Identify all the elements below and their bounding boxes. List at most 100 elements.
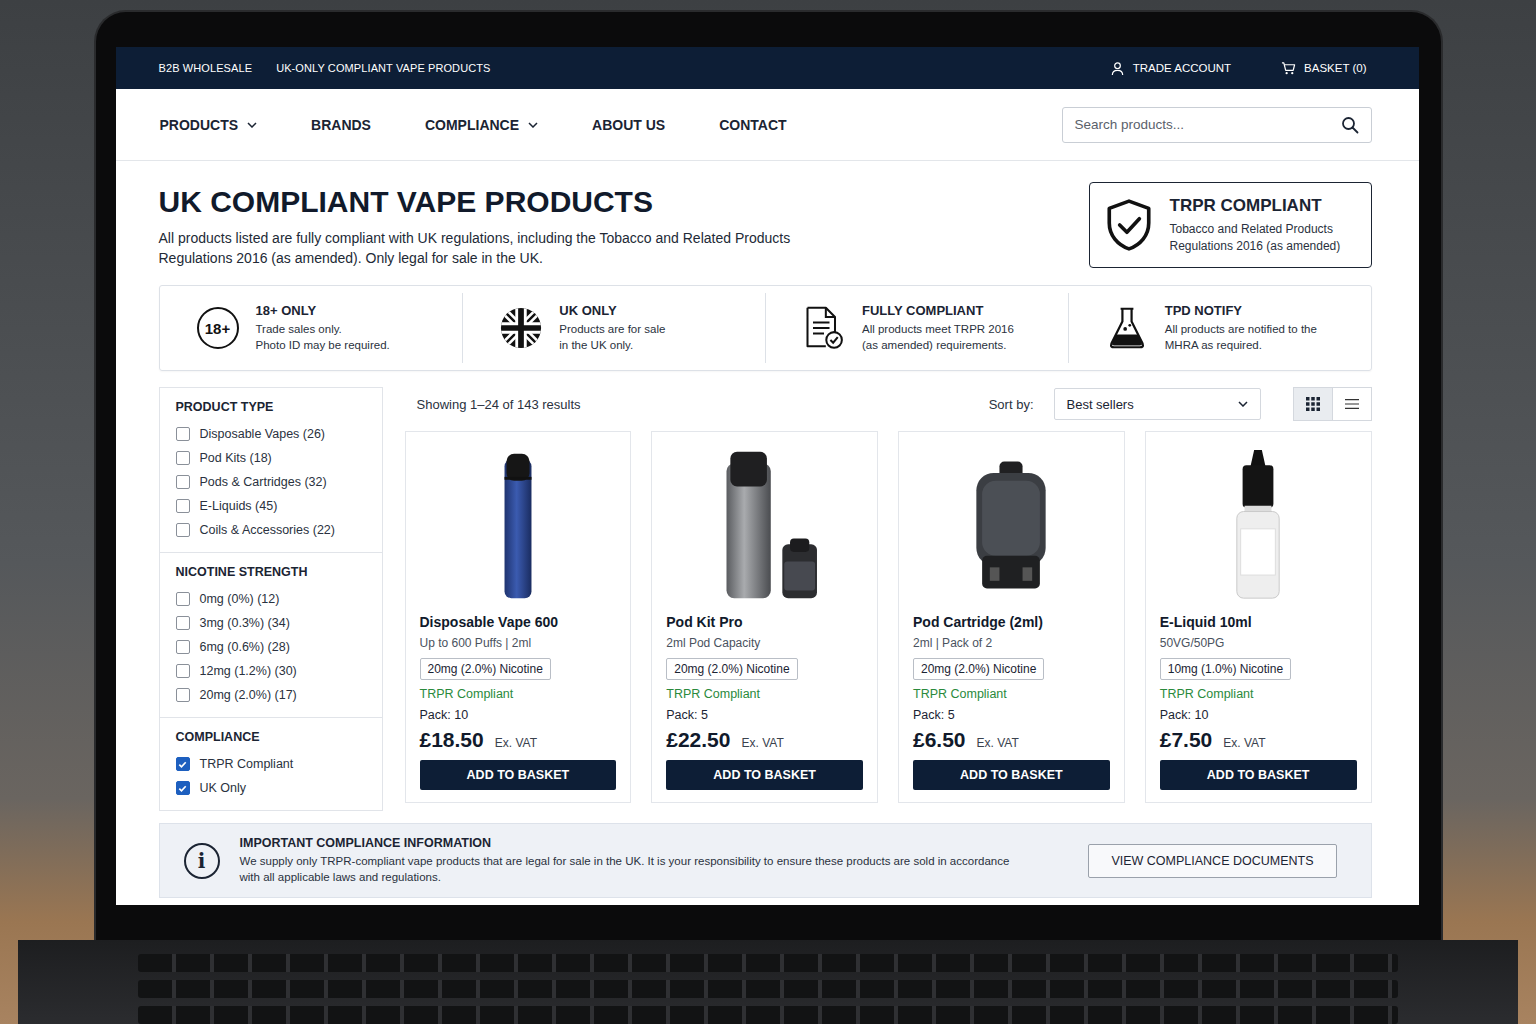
check-icon: [177, 759, 188, 770]
filter-option[interactable]: TRPR Compliant: [176, 752, 366, 776]
price: £18.50: [420, 728, 484, 752]
feature-strip: 18+18+ ONLYTrade sales only.Photo ID may…: [159, 285, 1372, 371]
nav-item[interactable]: BRANDS: [311, 117, 371, 133]
nav-item[interactable]: COMPLIANCE: [425, 117, 538, 133]
view-button[interactable]: [1294, 388, 1332, 420]
checkbox[interactable]: [176, 688, 190, 702]
sort-dropdown[interactable]: Best sellers: [1054, 388, 1261, 420]
view-documents-button[interactable]: VIEW COMPLIANCE DOCUMENTS: [1088, 844, 1336, 878]
badge-title: TRPR COMPLIANT: [1170, 196, 1341, 216]
checkbox[interactable]: [176, 475, 190, 489]
document-check-icon: [803, 306, 845, 350]
pod-kit-icon: [703, 448, 827, 602]
chevron-down-icon: [1238, 401, 1248, 407]
checkbox[interactable]: [176, 640, 190, 654]
filter-option[interactable]: 20mg (2.0%) (17): [176, 683, 366, 707]
search-placeholder: Search products...: [1075, 117, 1185, 132]
vat-note: Ex. VAT: [741, 736, 783, 750]
sort-label: Sort by:: [989, 397, 1034, 412]
feature-item: TPD NOTIFYAll products are notified to t…: [1068, 293, 1371, 363]
badge-text: Regulations 2016 (as amended): [1170, 238, 1341, 255]
feature-text: Products are for sale: [559, 322, 665, 338]
compliance-label: TRPR Compliant: [1160, 687, 1254, 701]
filter-option[interactable]: 6mg (0.6%) (28): [176, 635, 366, 659]
product-image: [420, 442, 617, 608]
e-liquid-bottle-icon: [1196, 448, 1320, 602]
product-name[interactable]: Pod Kit Pro: [666, 614, 742, 630]
checkbox[interactable]: [176, 592, 190, 606]
user-icon: [1110, 61, 1125, 76]
checkbox[interactable]: [176, 523, 190, 537]
product-image: [913, 442, 1110, 608]
checkbox[interactable]: [176, 499, 190, 513]
search-field[interactable]: Search products...: [1062, 107, 1372, 143]
grid-view-icon: [1306, 397, 1320, 411]
add-to-basket-button[interactable]: ADD TO BASKET: [913, 760, 1110, 790]
nav-item[interactable]: ABOUT US: [592, 117, 665, 133]
feature-text: MHRA as required.: [1165, 338, 1317, 354]
nicotine-tag: 20mg (2.0%) Nicotine: [420, 658, 551, 680]
compliance-notice: iIMPORTANT COMPLIANCE INFORMATIONWe supp…: [159, 823, 1372, 898]
filter-option[interactable]: UK Only: [176, 776, 366, 800]
top-bar-label: UK-ONLY COMPLIANT VAPE PRODUCTS: [276, 62, 490, 74]
checkbox[interactable]: [176, 616, 190, 630]
photo-scene: B2B WHOLESALEUK-ONLY COMPLIANT VAPE PROD…: [0, 0, 1536, 1024]
product-name[interactable]: E-Liquid 10ml: [1160, 614, 1252, 630]
search-icon[interactable]: [1341, 116, 1359, 134]
nav-item[interactable]: CONTACT: [719, 117, 786, 133]
product-card[interactable]: Pod Cartridge (2ml)2ml | Pack of 220mg (…: [898, 431, 1125, 803]
product-card[interactable]: Disposable Vape 600 Up to 600 Puffs | 2ml…: [405, 431, 632, 803]
pack-size: Pack: 5: [666, 708, 708, 722]
notice-text: We supply only TRPR-compliant vape produ…: [240, 853, 1020, 885]
nicotine-tag: 10mg (1.0%) Nicotine: [1160, 658, 1291, 680]
chevron-down-icon: [247, 122, 257, 128]
basket-link[interactable]: BASKET (0): [1281, 61, 1366, 76]
filter-option[interactable]: 0mg (0%) (12): [176, 587, 366, 611]
checkbox[interactable]: [176, 781, 190, 795]
vat-note: Ex. VAT: [495, 736, 537, 750]
view-button[interactable]: [1332, 388, 1371, 420]
checkbox[interactable]: [176, 757, 190, 771]
feature-text: All products are notified to the: [1165, 322, 1317, 338]
product-detail: Up to 600 Puffs | 2ml: [420, 636, 532, 650]
feature-text: All products meet TRPR 2016: [862, 322, 1014, 338]
add-to-basket-button[interactable]: ADD TO BASKET: [666, 760, 863, 790]
product-name[interactable]: Pod Cartridge (2ml): [913, 614, 1043, 630]
filter-section: PRODUCT TYPE Disposable Vapes (26)Pod Kit…: [160, 388, 382, 552]
price: £22.50: [666, 728, 730, 752]
checkbox[interactable]: [176, 664, 190, 678]
filter-title: COMPLIANCE: [176, 730, 366, 744]
filter-title: PRODUCT TYPE: [176, 400, 366, 414]
top-bar: B2B WHOLESALEUK-ONLY COMPLIANT VAPE PROD…: [116, 47, 1419, 89]
keyboard: [18, 940, 1518, 1024]
product-name[interactable]: Disposable Vape 600: [420, 614, 559, 630]
nicotine-tag: 20mg (2.0%) Nicotine: [913, 658, 1044, 680]
trade-account-link[interactable]: TRADE ACCOUNT: [1110, 61, 1231, 76]
price: £7.50: [1160, 728, 1213, 752]
checkbox[interactable]: [176, 451, 190, 465]
filter-option[interactable]: 3mg (0.3%) (34): [176, 611, 366, 635]
feature-item: 18+18+ ONLYTrade sales only.Photo ID may…: [160, 293, 463, 363]
product-card[interactable]: Pod Kit Pro2ml Pod Capacity20mg (2.0%) N…: [651, 431, 878, 803]
filter-option[interactable]: Coils & Accessories (22): [176, 518, 366, 542]
compliance-label: TRPR Compliant: [913, 687, 1007, 701]
feature-title: 18+ ONLY: [256, 303, 390, 318]
nav-item[interactable]: PRODUCTS: [160, 117, 258, 133]
filter-option[interactable]: Pods & Cartridges (32): [176, 470, 366, 494]
filter-option[interactable]: E-Liquids (45): [176, 494, 366, 518]
checkbox[interactable]: [176, 427, 190, 441]
main-nav: PRODUCTS BRANDS COMPLIANCE ABOUT US CONTACT S…: [116, 89, 1419, 161]
product-card[interactable]: E-Liquid 10ml50VG/50PG10mg (1.0%) Nicoti…: [1145, 431, 1372, 803]
results-toolbar: Showing 1–24 of 143 resultsSort by:Best …: [405, 387, 1372, 421]
filter-option[interactable]: Disposable Vapes (26): [176, 422, 366, 446]
filter-option[interactable]: 12mg (1.2%) (30): [176, 659, 366, 683]
list-view-icon: [1345, 397, 1359, 411]
shield-check-icon: [1104, 198, 1154, 252]
add-to-basket-button[interactable]: ADD TO BASKET: [1160, 760, 1357, 790]
add-to-basket-button[interactable]: ADD TO BASKET: [420, 760, 617, 790]
product-results: Showing 1–24 of 143 resultsSort by:Best …: [405, 387, 1372, 803]
filter-section: COMPLIANCE TRPR CompliantUK Only: [160, 717, 382, 810]
compliance-label: TRPR Compliant: [420, 687, 514, 701]
feature-text: Trade sales only.: [256, 322, 390, 338]
filter-option[interactable]: Pod Kits (18): [176, 446, 366, 470]
